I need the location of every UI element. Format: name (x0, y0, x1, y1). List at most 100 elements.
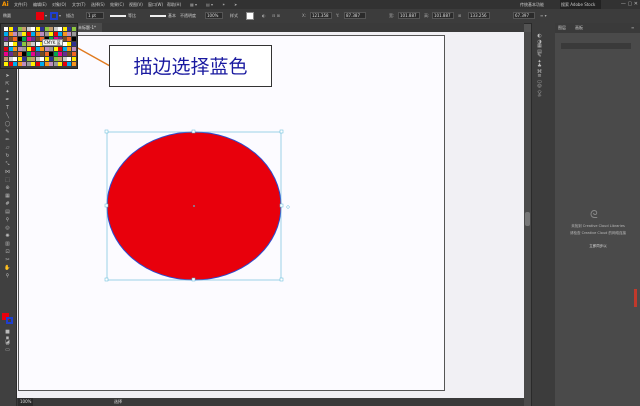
swatch-cell[interactable] (4, 57, 8, 61)
width-tool-icon[interactable]: ⋈ (3, 169, 12, 175)
swatch-cell[interactable] (31, 27, 35, 31)
swatch-cell[interactable] (58, 62, 62, 66)
swatch-cell[interactable] (22, 27, 26, 31)
line-tool-icon[interactable]: ╲ (3, 113, 12, 119)
swatch-cell[interactable] (67, 52, 71, 56)
sync-now-link[interactable]: 立即同步以 (567, 244, 629, 249)
shape-builder-tool-icon[interactable]: ⊕ (3, 185, 12, 191)
artboard-tool-icon[interactable]: ⊡ (3, 249, 12, 255)
gradient-tool-icon[interactable]: ▤ (3, 209, 12, 215)
blend-tool-icon[interactable]: ◎ (3, 225, 12, 231)
pie-widget-handle[interactable] (286, 205, 290, 209)
stroke-color-box[interactable] (6, 317, 13, 324)
swatch-cell[interactable] (44, 47, 49, 51)
swatch-cell[interactable] (31, 32, 35, 36)
zoom-field[interactable]: 100% (18, 398, 34, 406)
swatch-cell[interactable] (13, 32, 17, 36)
paintbrush-tool-icon[interactable]: ✎ (3, 129, 12, 135)
vertical-scrollbar[interactable] (524, 32, 531, 406)
swatch-cell[interactable] (49, 62, 53, 66)
swatch-cell[interactable] (71, 62, 76, 66)
direct-selection-tool-icon[interactable]: ⇱ (3, 81, 12, 87)
swatch-cell[interactable] (8, 47, 13, 51)
swatch-cell[interactable] (8, 37, 13, 41)
swatch-cell[interactable] (62, 52, 67, 56)
swatch-cell[interactable] (4, 37, 8, 41)
swatch-cell[interactable] (44, 52, 49, 56)
swatch-cell[interactable] (44, 62, 49, 66)
swatch-cell[interactable] (4, 47, 8, 51)
swatch-cell[interactable] (8, 62, 13, 66)
swatch-cell[interactable] (53, 47, 58, 51)
slice-tool-icon[interactable]: ✂ (3, 257, 12, 263)
swatch-cell[interactable] (53, 62, 58, 66)
zoom-tool-icon[interactable]: ⚲ (3, 273, 12, 279)
swatch-cell[interactable] (8, 27, 13, 31)
handle-top-right[interactable] (279, 129, 284, 134)
swatch-cell[interactable] (13, 47, 17, 51)
swatch-cell[interactable] (67, 62, 71, 66)
swatch-cell[interactable] (58, 52, 62, 56)
swatch-cell[interactable] (35, 47, 40, 51)
handle-top-left[interactable] (104, 129, 109, 134)
swatch-cell[interactable] (31, 47, 35, 51)
swatch-cell[interactable] (35, 52, 40, 56)
swatch-cell[interactable] (53, 27, 58, 31)
perspective-grid-tool-icon[interactable]: ▦ (3, 193, 12, 199)
swatch-cell[interactable] (40, 62, 44, 66)
swatch-cell[interactable] (53, 57, 58, 61)
swatch-cell[interactable] (71, 52, 76, 56)
swatch-cell[interactable] (35, 42, 40, 46)
swatch-cell[interactable] (4, 27, 8, 31)
mesh-tool-icon[interactable]: # (3, 201, 12, 207)
swatch-cell[interactable] (35, 37, 40, 41)
magic-wand-tool-icon[interactable]: ✦ (3, 89, 12, 95)
swatch-cell[interactable] (44, 27, 49, 31)
handle-left[interactable] (104, 203, 109, 208)
swatch-cell[interactable] (49, 47, 53, 51)
free-transform-tool-icon[interactable]: ⬚ (3, 177, 12, 183)
swatch-cell[interactable] (40, 27, 44, 31)
pen-tool-icon[interactable]: ✒ (3, 97, 12, 103)
swatch-cell[interactable] (67, 42, 71, 46)
swatch-cell[interactable] (31, 52, 35, 56)
symbol-sprayer-tool-icon[interactable]: ✺ (3, 233, 12, 239)
swatch-cell[interactable] (17, 57, 22, 61)
selection-tool-icon[interactable]: ➤ (3, 73, 12, 79)
swatch-cell[interactable] (71, 57, 76, 61)
swatch-cell[interactable] (35, 62, 40, 66)
handle-bottom-right[interactable] (279, 277, 284, 282)
swatch-cell[interactable] (4, 52, 8, 56)
swatch-cell[interactable] (40, 32, 44, 36)
swatch-cell[interactable] (71, 27, 76, 31)
symbols-panel-icon[interactable]: ♣ ⌘ (535, 63, 544, 75)
swatch-cell[interactable] (8, 57, 13, 61)
appearance-panel-icon[interactable]: ☼ (535, 93, 544, 99)
swatch-cell[interactable] (13, 27, 17, 31)
swatch-cell[interactable] (49, 27, 53, 31)
type-tool-icon[interactable]: T (3, 105, 12, 111)
swatch-cell[interactable] (8, 42, 13, 46)
swatch-cell[interactable] (49, 32, 53, 36)
swatch-cell[interactable] (4, 42, 8, 46)
handle-bottom[interactable] (191, 277, 196, 282)
swatch-cell[interactable] (62, 47, 67, 51)
eyedropper-tool-icon[interactable]: ⚲ (3, 217, 12, 223)
swatch-cell[interactable] (4, 32, 8, 36)
swatch-cell[interactable] (26, 62, 31, 66)
scroll-thumb[interactable] (525, 212, 530, 226)
swatch-cell[interactable] (58, 57, 62, 61)
stroke-panel-icon[interactable]: ≡ ▭ (535, 73, 544, 85)
color-mode-icon[interactable]: ■ ▪ ⊘ (3, 329, 12, 347)
swatch-cell[interactable] (44, 57, 49, 61)
swatch-cell[interactable] (67, 47, 71, 51)
swatch-cell[interactable] (26, 42, 31, 46)
swatch-cell[interactable] (58, 47, 62, 51)
swatch-cell[interactable] (62, 42, 67, 46)
swatch-cell[interactable] (31, 42, 35, 46)
pencil-tool-icon[interactable]: ✏ (3, 137, 12, 143)
swatch-cell[interactable] (53, 52, 58, 56)
swatch-cell[interactable] (17, 27, 22, 31)
swatch-cell[interactable] (17, 32, 22, 36)
swatch-cell[interactable] (17, 37, 22, 41)
